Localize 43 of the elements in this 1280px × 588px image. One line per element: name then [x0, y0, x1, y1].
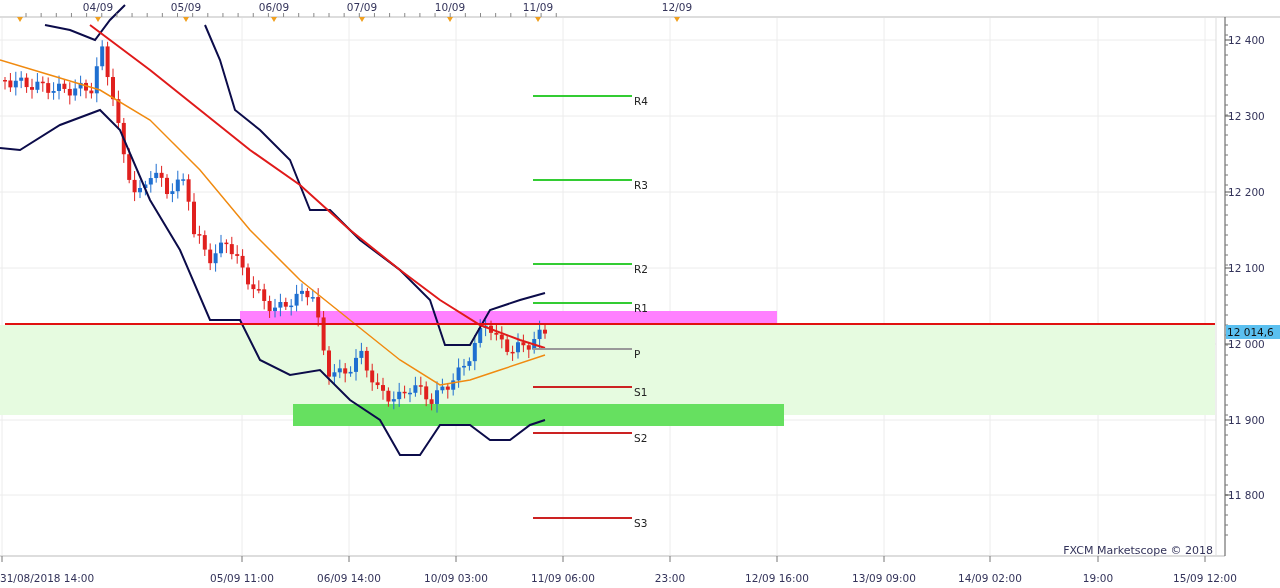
time-label: 13/09 09:00: [852, 572, 916, 584]
time-label: 12/09 16:00: [745, 572, 809, 584]
time-label: 23:00: [654, 572, 686, 584]
date-label: 10/09: [434, 1, 466, 13]
price-label: 12 000: [1228, 338, 1265, 350]
time-label: 05/09 11:00: [210, 572, 274, 584]
price-label: 11 800: [1228, 489, 1265, 501]
time-label: 11/09 06:00: [531, 572, 595, 584]
time-label: 10/09 03:00: [424, 572, 488, 584]
time-label: 06/09 14:00: [317, 572, 381, 584]
day-marker-icon: [95, 17, 101, 22]
date-label: 12/09: [661, 1, 693, 13]
current-price-tag: 12 014,6: [1226, 325, 1280, 339]
time-label: 14/09 02:00: [958, 572, 1022, 584]
pivot-label: R1: [634, 302, 648, 314]
pivot-label: S3: [634, 517, 648, 529]
date-label: 05/09: [170, 1, 202, 13]
date-label: 07/09: [346, 1, 378, 13]
pivot-label: R3: [634, 179, 648, 191]
day-marker-icon: [271, 17, 277, 22]
date-label: 11/09: [522, 1, 554, 13]
date-label: 04/09: [82, 1, 114, 13]
day-marker-icon: [183, 17, 189, 22]
pivot-label: R2: [634, 263, 648, 275]
price-label: 12 100: [1228, 262, 1265, 274]
copyright-text: FXCM Marketscope © 2018: [1063, 544, 1213, 557]
time-label: 19:00: [1082, 572, 1114, 584]
price-label: 11 900: [1228, 414, 1265, 426]
day-marker-icon: [674, 17, 680, 22]
day-marker-icon: [535, 17, 541, 22]
day-marker-icon: [359, 17, 365, 22]
day-marker-icon: [17, 17, 23, 22]
date-label: 06/09: [258, 1, 290, 13]
time-label: 15/09 12:00: [1173, 572, 1237, 584]
pivot-label: S1: [634, 386, 648, 398]
pivot-label: S2: [634, 432, 648, 444]
pivot-label: P: [634, 348, 641, 360]
day-marker-icon: [447, 17, 453, 22]
pivot-label: R4: [634, 95, 648, 107]
time-label: 31/08/2018 14:00: [0, 572, 95, 584]
price-label: 12 200: [1228, 186, 1265, 198]
price-label: 12 300: [1228, 110, 1265, 122]
price-label: 12 400: [1228, 34, 1265, 46]
